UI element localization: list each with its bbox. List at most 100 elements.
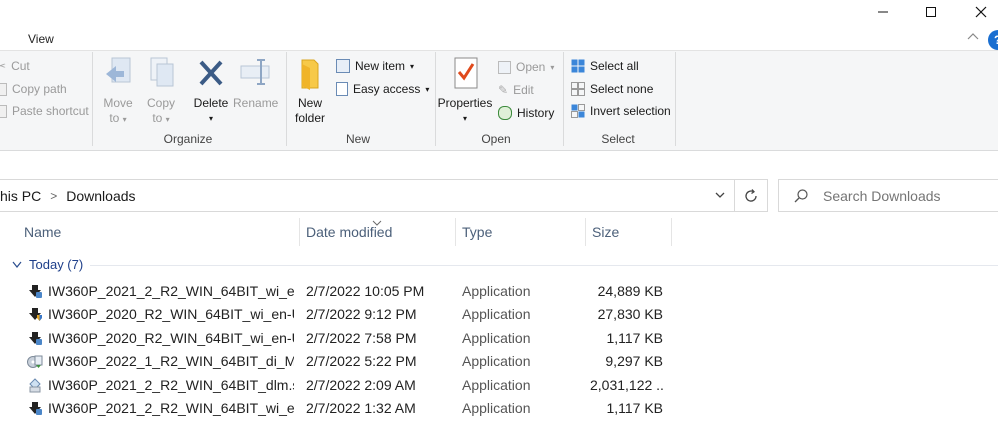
address-bar[interactable]: his PC > Downloads xyxy=(0,179,735,212)
file-type: Application xyxy=(462,400,531,416)
installer-arrow-icon xyxy=(29,331,42,345)
file-name[interactable]: IW360P_2021_2_R2_WIN_64BIT_wi_en-US... xyxy=(48,280,294,303)
new-item-button[interactable]: New item ▾ xyxy=(336,57,414,75)
breadcrumb-downloads[interactable]: Downloads xyxy=(66,188,135,204)
column-divider[interactable] xyxy=(585,218,586,246)
rename-button[interactable]: Rename xyxy=(233,56,278,111)
group-divider xyxy=(90,265,998,266)
file-type: Application xyxy=(462,306,531,323)
file-date-modified: 2/7/2022 5:22 PM xyxy=(306,353,417,370)
open-icon xyxy=(498,60,511,74)
delete-button[interactable]: Delete ▾ xyxy=(191,56,231,126)
file-row[interactable]: IW360P_2020_R2_WIN_64BIT_wi_en-US_S... 2/… xyxy=(0,327,998,350)
group-label-select: Select xyxy=(601,132,635,146)
group-label-new: New xyxy=(345,132,370,146)
close-icon xyxy=(975,6,987,18)
column-divider[interactable] xyxy=(455,218,456,246)
file-size: 2,031,122 ... xyxy=(590,376,663,393)
group-separator xyxy=(435,52,436,146)
close-button[interactable] xyxy=(958,0,998,24)
minimize-icon xyxy=(878,11,888,13)
breadcrumb-this-pc[interactable]: his PC xyxy=(0,188,41,204)
delete-x-icon xyxy=(199,60,223,86)
copy-path-button[interactable]: Copy path xyxy=(0,80,67,98)
select-all-button[interactable]: Select all xyxy=(571,57,639,75)
search-icon xyxy=(794,188,808,202)
refresh-button[interactable] xyxy=(735,179,768,212)
copy-to-icon xyxy=(150,57,174,87)
move-to-button[interactable]: Move to ▾ xyxy=(100,56,136,127)
rename-icon xyxy=(240,59,270,85)
open-button[interactable]: Open ▾ xyxy=(498,58,554,76)
history-button[interactable]: History xyxy=(498,104,554,122)
select-all-icon xyxy=(571,59,585,73)
file-date-modified: 2/7/2022 10:05 PM xyxy=(306,283,425,299)
chevron-up-icon xyxy=(967,33,979,40)
group-label-open: Open xyxy=(481,132,511,146)
paste-shortcut-icon xyxy=(0,104,7,118)
group-label-organize: Organize xyxy=(163,132,213,146)
installer-arrow-icon xyxy=(29,285,42,298)
tab-view[interactable]: View xyxy=(28,32,54,46)
file-row[interactable]: IW360P_2022_1_R2_WIN_64BIT_di_ML_set... 2… xyxy=(0,350,998,373)
maximize-button[interactable] xyxy=(908,0,954,24)
address-history-dropdown[interactable] xyxy=(714,188,726,206)
breadcrumb-separator[interactable]: > xyxy=(50,189,57,203)
group-separator xyxy=(563,52,564,146)
file-type: Application xyxy=(462,376,531,393)
installer-arrow-icon xyxy=(29,402,42,415)
new-folder-button[interactable]: New folder xyxy=(292,56,328,126)
file-row[interactable]: IW360P_2020_R2_WIN_64BIT_wi_en-US_S... 2/… xyxy=(0,303,998,326)
setup-disc-icon xyxy=(27,355,43,369)
file-date-modified: 2/7/2022 1:32 AM xyxy=(306,400,416,416)
file-size: 24,889 KB xyxy=(597,283,663,299)
group-separator xyxy=(675,52,676,146)
move-to-icon xyxy=(106,57,131,83)
file-type: Application xyxy=(462,329,531,346)
file-row[interactable]: IW360P_2021_2_R2_WIN_64BIT_wi_en-US... 2/… xyxy=(0,280,998,303)
paste-shortcut-button[interactable]: Paste shortcut xyxy=(0,102,89,120)
column-header-type[interactable]: Type xyxy=(462,218,582,246)
group-label: Today (7) xyxy=(29,257,84,272)
file-name[interactable]: IW360P_2020_R2_WIN_64BIT_wi_en-US_S... xyxy=(48,303,294,326)
cut-button[interactable]: ✂ Cut xyxy=(0,57,30,75)
group-separator xyxy=(92,52,93,146)
installer-shield-icon xyxy=(29,308,42,322)
file-name[interactable]: IW360P_2021_2_R2_WIN_64BIT_wi_en-US... xyxy=(48,397,294,420)
column-divider[interactable] xyxy=(671,218,672,246)
file-size: 1,117 KB xyxy=(606,329,663,346)
file-type: Application xyxy=(462,353,531,370)
invert-selection-button[interactable]: Invert selection xyxy=(571,102,671,120)
column-header-size[interactable]: Size xyxy=(592,218,668,246)
file-type: Application xyxy=(462,283,531,299)
easy-access-button[interactable]: Easy access ▾ xyxy=(336,80,429,98)
column-divider[interactable] xyxy=(299,218,300,246)
folder-icon xyxy=(301,59,319,90)
search-box[interactable] xyxy=(778,179,998,212)
search-input[interactable] xyxy=(821,186,995,205)
select-none-button[interactable]: Select none xyxy=(571,80,653,98)
file-size: 9,297 KB xyxy=(605,353,663,370)
invert-selection-icon xyxy=(571,104,585,118)
file-row[interactable]: IW360P_2021_2_R2_WIN_64BIT_dlm.sfx 2/7/20… xyxy=(0,374,998,397)
file-name[interactable]: IW360P_2022_1_R2_WIN_64BIT_di_ML_set... xyxy=(48,350,294,373)
file-size: 1,117 KB xyxy=(606,400,663,416)
edit-button[interactable]: ✎ Edit xyxy=(498,81,534,99)
title-bar xyxy=(0,0,998,28)
properties-icon xyxy=(454,57,478,89)
minimize-button[interactable] xyxy=(860,0,906,24)
properties-button[interactable]: Properties ▾ xyxy=(437,56,493,126)
chevron-down-icon xyxy=(12,261,22,268)
file-name[interactable]: IW360P_2020_R2_WIN_64BIT_wi_en-US_S... xyxy=(48,327,294,350)
collapse-ribbon-button[interactable] xyxy=(966,30,980,49)
copy-to-button[interactable]: Copy to ▾ xyxy=(144,56,178,127)
file-date-modified: 2/7/2022 9:12 PM xyxy=(306,306,417,323)
group-header-today[interactable]: Today (7) xyxy=(0,255,998,275)
chevron-down-icon xyxy=(715,192,725,198)
copy-path-icon xyxy=(0,82,7,96)
easy-access-icon xyxy=(336,82,348,96)
file-name[interactable]: IW360P_2021_2_R2_WIN_64BIT_dlm.sfx xyxy=(48,374,294,397)
new-item-icon xyxy=(336,59,350,73)
column-header-name[interactable]: Name xyxy=(24,218,294,246)
file-row[interactable]: IW360P_2021_2_R2_WIN_64BIT_wi_en-US... 2/… xyxy=(0,397,998,420)
